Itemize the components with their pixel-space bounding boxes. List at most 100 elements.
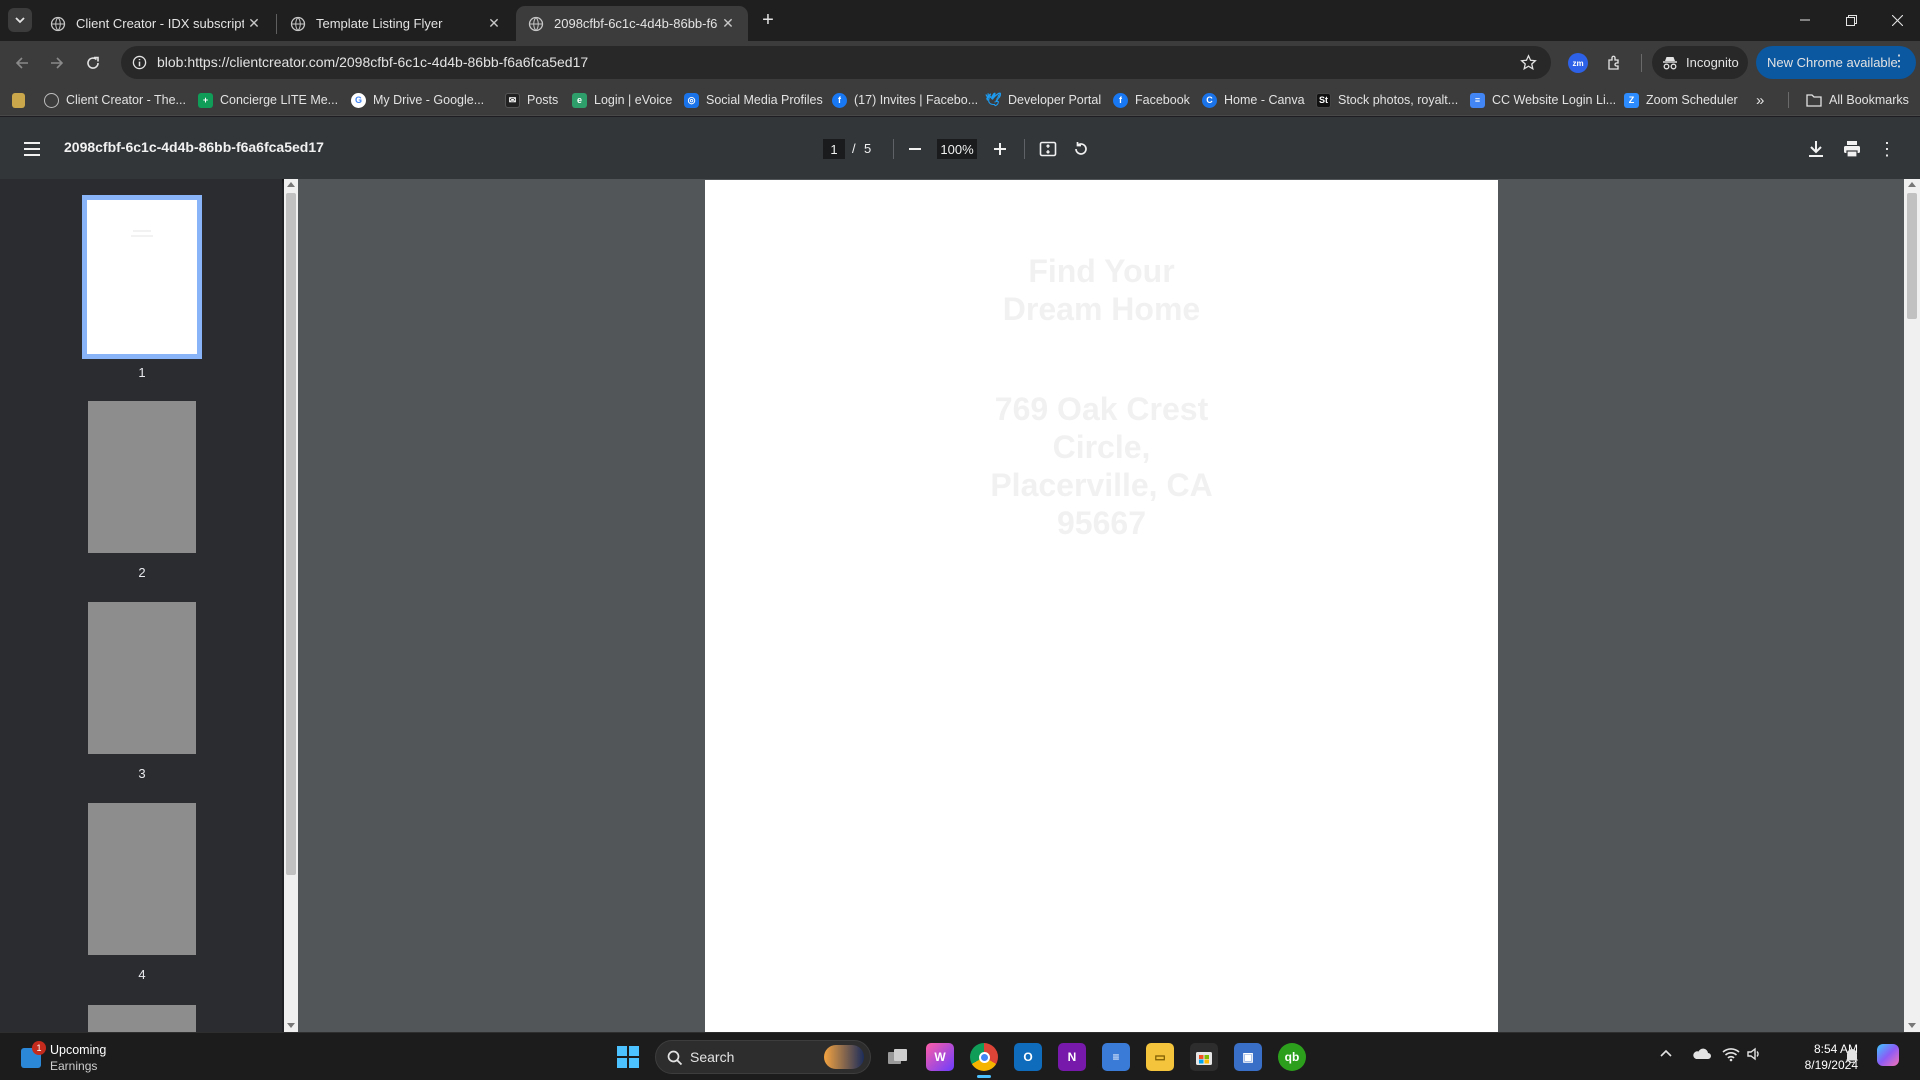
reload-button[interactable] <box>78 48 108 78</box>
bookmark-label: Facebook <box>1135 93 1190 107</box>
new-tab-button[interactable]: + <box>756 8 780 32</box>
notepad-icon[interactable]: ≡ <box>1102 1043 1130 1071</box>
thumbnail-page-1[interactable] <box>82 195 202 359</box>
tab-template-listing-flyer[interactable]: Template Listing Flyer ✕ <box>278 6 514 41</box>
sidebar-toggle-button[interactable] <box>19 136 45 162</box>
bookmark-item[interactable]: f (17) Invites | Facebo... <box>832 89 978 111</box>
bookmark-item[interactable]: + Concierge LITE Me... <box>198 89 338 111</box>
chrome-icon[interactable] <box>970 1043 998 1071</box>
show-hidden-icons-button[interactable] <box>1659 1047 1675 1063</box>
more-bookmarks-button[interactable]: » <box>1756 89 1764 111</box>
scroll-down-arrow[interactable] <box>287 1023 295 1028</box>
bookmark-item[interactable]: ◎ Social Media Profiles <box>684 89 823 111</box>
bookmark-favicon-icon <box>12 92 25 108</box>
pdf-toolbar-divider <box>1024 139 1025 159</box>
bookmark-item[interactable]: e Login | eVoice <box>572 89 672 111</box>
tab-pdf-document[interactable]: 2098cfbf-6c1c-4d4b-86bb-f6a6fca5ed17 ✕ <box>516 6 748 41</box>
widgets-button[interactable]: 1 Upcoming Earnings <box>18 1039 128 1075</box>
all-bookmarks-label: All Bookmarks <box>1829 93 1909 107</box>
thumbnail-page-4[interactable] <box>88 803 196 955</box>
update-label: New Chrome available <box>1767 55 1898 70</box>
download-button[interactable] <box>1803 136 1829 162</box>
bookmarks-bar: Client Creator - The... + Concierge LITE… <box>0 84 1920 116</box>
close-window-button[interactable] <box>1874 0 1920 40</box>
reload-icon <box>87 56 99 69</box>
notifications-button[interactable] <box>1845 1047 1859 1068</box>
globe-icon <box>44 92 59 108</box>
zoom-extension-button[interactable]: zm <box>1568 53 1588 73</box>
scroll-up-arrow[interactable] <box>287 182 295 187</box>
sidebar-scrollbar[interactable] <box>284 179 298 1032</box>
total-pages: 5 <box>864 141 872 156</box>
info-icon[interactable] <box>132 55 147 70</box>
rotate-button[interactable] <box>1068 136 1094 162</box>
minimize-button[interactable] <box>1782 0 1828 40</box>
address-line: 95667 <box>1057 505 1146 541</box>
outlook-icon[interactable]: O <box>1014 1043 1042 1071</box>
viewer-scrollbar[interactable] <box>1904 179 1920 1032</box>
bookmark-item[interactable]: Client Creator - The... <box>44 89 186 111</box>
widget-title: Upcoming <box>50 1043 107 1057</box>
tab-search-button[interactable] <box>8 8 32 32</box>
zoom-in-button[interactable] <box>987 136 1013 162</box>
quickbooks-icon[interactable]: qb <box>1278 1043 1306 1071</box>
close-icon[interactable]: ✕ <box>718 14 738 34</box>
search-highlight-icon <box>824 1045 864 1069</box>
page-number-input[interactable]: 1 <box>823 139 845 159</box>
scroll-down-arrow[interactable] <box>1908 1023 1916 1028</box>
thumbnail-page-2[interactable] <box>88 401 196 553</box>
thumbnail-page-3[interactable] <box>88 602 196 754</box>
more-options-button[interactable]: ⋮ <box>1874 136 1900 162</box>
bookmark-item[interactable]: 🕊 Developer Portal <box>985 89 1101 111</box>
twitter-icon: 🕊 <box>985 92 1002 107</box>
zoom-level-input[interactable]: 100% <box>937 139 977 159</box>
facebook-icon: f <box>1113 92 1128 108</box>
remote-desktop-icon[interactable]: ▣ <box>1234 1043 1262 1071</box>
puzzle-icon <box>1608 55 1619 70</box>
bookmark-label: Stock photos, royalt... <box>1338 93 1459 107</box>
tab-client-creator[interactable]: Client Creator - IDX subscription ✕ <box>38 6 274 41</box>
app-wondershare-icon[interactable]: W <box>926 1043 954 1071</box>
scrollbar-thumb[interactable] <box>1907 193 1917 319</box>
star-icon[interactable] <box>1520 54 1537 71</box>
bookmark-item[interactable]: f Facebook <box>1113 89 1190 111</box>
fit-to-page-button[interactable] <box>1035 136 1061 162</box>
forward-button[interactable] <box>42 48 72 78</box>
pdf-page[interactable]: Find Your Dream Home 769 Oak Crest Circl… <box>705 180 1498 1032</box>
print-button[interactable] <box>1839 136 1865 162</box>
chevron-up-icon <box>1660 1049 1672 1057</box>
start-button[interactable] <box>614 1043 642 1071</box>
bookmark-label: Zoom Scheduler <box>1646 93 1738 107</box>
bookmark-item[interactable]: St Stock photos, royalt... <box>1316 89 1458 111</box>
restore-icon <box>1845 14 1857 26</box>
thumbnail-page-5[interactable] <box>88 1005 196 1032</box>
bookmark-item[interactable]: Z Zoom Scheduler <box>1624 89 1738 111</box>
incognito-indicator[interactable]: Incognito <box>1652 46 1748 79</box>
back-button[interactable] <box>7 48 37 78</box>
copilot-icon[interactable] <box>1877 1044 1899 1066</box>
microsoft-store-icon[interactable] <box>1190 1043 1218 1071</box>
onedrive-icon[interactable] <box>1691 1047 1713 1061</box>
zoom-out-button[interactable] <box>902 136 928 162</box>
onenote-icon[interactable]: N <box>1058 1043 1086 1071</box>
file-explorer-icon[interactable]: ▭ <box>1146 1043 1174 1071</box>
bookmark-item[interactable]: C Home - Canva <box>1202 89 1305 111</box>
thumbnail-number: 2 <box>138 565 146 580</box>
volume-icon[interactable] <box>1746 1046 1762 1067</box>
bookmark-item[interactable]: ✉ Posts <box>505 89 558 111</box>
scroll-up-arrow[interactable] <box>1908 182 1916 187</box>
bookmark-icon-only[interactable] <box>12 89 25 111</box>
close-icon[interactable]: ✕ <box>244 14 264 34</box>
wifi-icon[interactable] <box>1722 1046 1740 1067</box>
task-view-button[interactable] <box>884 1043 912 1071</box>
close-icon[interactable]: ✕ <box>484 14 504 34</box>
bookmark-item[interactable]: ≡ CC Website Login Li... <box>1470 89 1616 111</box>
scrollbar-thumb[interactable] <box>286 193 296 875</box>
all-bookmarks-button[interactable]: All Bookmarks <box>1806 89 1909 111</box>
bookmark-item[interactable]: G My Drive - Google... <box>351 89 484 111</box>
restore-button[interactable] <box>1828 0 1874 40</box>
address-bar[interactable]: blob:https://clientcreator.com/2098cfbf-… <box>121 46 1551 79</box>
extensions-button[interactable] <box>1603 51 1627 75</box>
taskbar-search[interactable]: Search <box>655 1040 871 1074</box>
new-chrome-available-button[interactable]: New Chrome available ⋮ <box>1756 46 1916 79</box>
